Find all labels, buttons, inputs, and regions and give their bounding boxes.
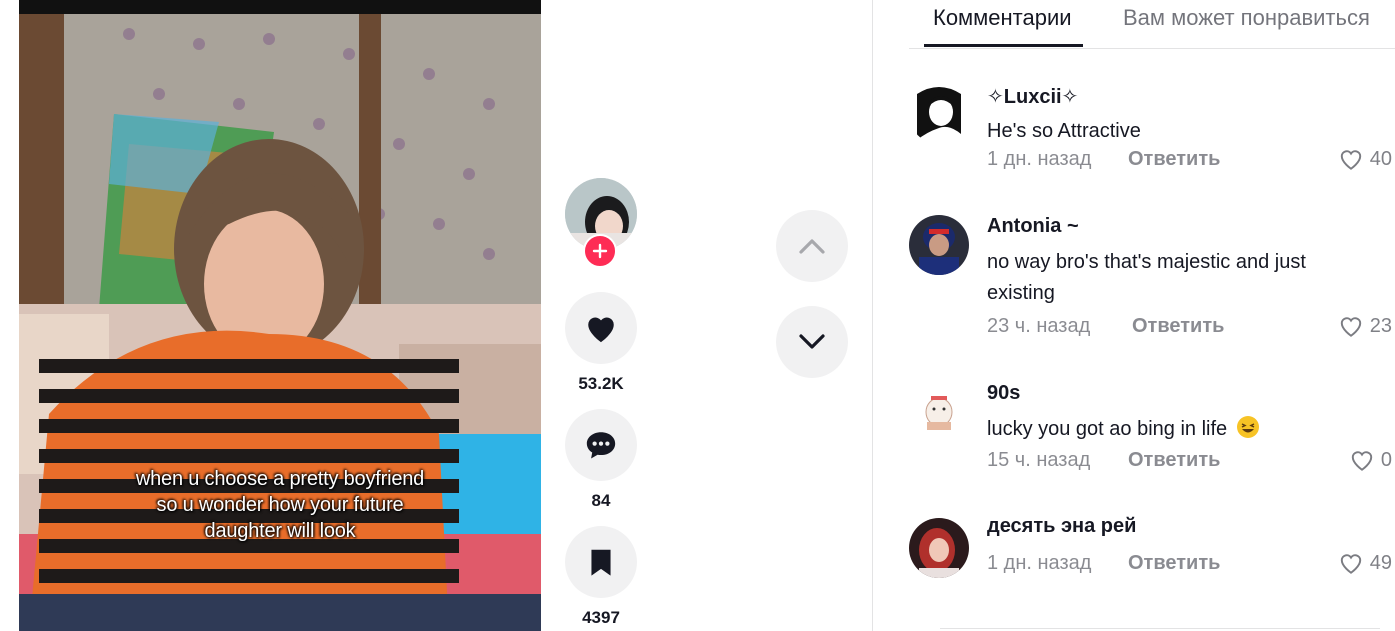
heart-outline-icon [1340,317,1361,337]
creator-avatar-wrap [565,178,637,268]
reply-button[interactable]: Ответить [1128,148,1220,171]
comment-like-button[interactable]: 0 [1349,448,1392,472]
comment-button[interactable] [565,409,637,481]
save-action: 4397 [565,526,637,628]
comment-like-count: 49 [1369,551,1392,574]
tab-comments[interactable]: Комментарии [933,5,1072,31]
bookmark-icon [591,549,611,576]
commenter-name[interactable]: десять эна рей [987,515,1136,538]
comment-text: no way bro's that's majestic and just ex… [987,251,1306,304]
comment-like-count: 40 [1369,147,1392,170]
comment-like-button[interactable]: 23 [1338,314,1392,338]
comments-bottom-divider [940,628,1380,629]
comment-like-button[interactable]: 40 [1338,147,1392,171]
follow-button[interactable] [583,234,617,268]
chevron-down-icon [799,334,825,349]
video-player[interactable]: when u choose a pretty boyfriend so u wo… [19,0,541,631]
plus-icon [592,243,608,259]
comment-time: 1 дн. назад [987,148,1092,170]
video-top-bar [19,0,541,14]
comment-time: 15 ч. назад [987,449,1091,471]
video-caption: when u choose a pretty boyfriend so u wo… [59,466,501,544]
comment-text: lucky you got ao bing in life [987,414,1367,445]
commenter-name[interactable]: ✧Luxcii✧ [987,84,1078,109]
comment-icon [586,432,616,459]
commenter-name[interactable]: 90s [987,382,1020,405]
chevron-up-icon [799,239,825,254]
comment-count: 84 [591,491,611,510]
reply-button[interactable]: Ответить [1128,449,1220,472]
avatar-image [909,382,969,442]
avatar-image [909,215,969,275]
save-count: 4397 [582,608,620,627]
comment-like-button[interactable]: 49 [1338,551,1392,575]
comment-time: 1 дн. назад [987,552,1092,574]
commenter-avatar[interactable] [909,215,969,275]
caption-line: daughter will look [204,520,356,542]
comment-like-count: 0 [1380,448,1392,471]
comment-action: 84 [565,409,637,511]
panel-divider [872,0,873,631]
next-video-button[interactable] [776,306,848,378]
avatar-image [909,518,969,578]
comment-time: 23 ч. назад [987,315,1091,337]
reply-button[interactable]: Ответить [1132,315,1224,338]
heart-outline-icon [1340,554,1361,574]
heart-outline-icon [1340,150,1361,170]
caption-line: so u wonder how your future [156,494,404,516]
tab-you-may-like[interactable]: Вам может понравиться [1123,5,1370,31]
heart-outline-icon [1351,451,1373,471]
save-button[interactable] [565,526,637,598]
avatar-image [909,84,969,144]
commenter-avatar[interactable] [909,518,969,578]
like-action: 53.2K [565,292,637,394]
like-count: 53.2K [578,374,624,393]
action-rail: 53.2K 84 4397 [565,178,637,627]
commenter-avatar[interactable] [909,84,969,144]
commenter-name[interactable]: Antonia ~ [987,215,1079,238]
laughing-emoji-icon [1236,416,1259,438]
comment-like-count: 23 [1369,314,1392,337]
comment-text-content: lucky you got ao bing in life [987,418,1228,440]
heart-icon [588,317,614,343]
caption-line: when u choose a pretty boyfriend [135,468,425,490]
commenter-avatar[interactable] [909,382,969,442]
like-button[interactable] [565,292,637,364]
previous-video-button[interactable] [776,210,848,282]
reply-button[interactable]: Ответить [1128,552,1220,575]
comments-tabs: Комментарии Вам может понравиться [909,0,1395,49]
active-tab-indicator [924,44,1083,47]
comment-text: He's so Attractive [987,120,1141,142]
